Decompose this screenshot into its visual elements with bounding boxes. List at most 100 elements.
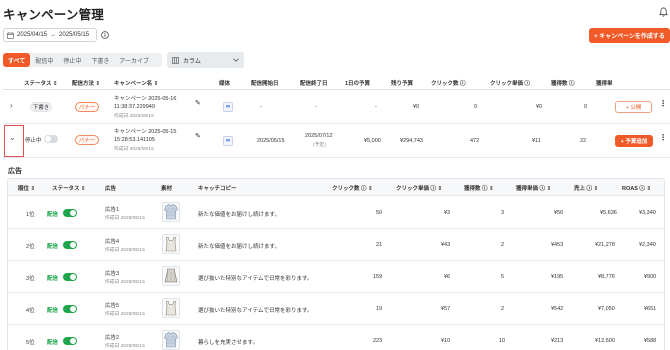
tab-draft[interactable]: 下書き: [86, 53, 114, 67]
sort-icon: ⇕: [153, 80, 159, 87]
bell-icon[interactable]: [659, 7, 668, 17]
ad-name[interactable]: 広告2: [105, 333, 119, 341]
tab-all[interactable]: すべて: [3, 53, 31, 67]
ad-roas: ¥3,340: [639, 210, 656, 216]
header-cpa: 獲得単: [596, 81, 613, 87]
ad-roas: ¥651: [644, 306, 657, 312]
campaign-created: 作成日 2025/05/16: [114, 114, 154, 119]
header-media: 媒体: [219, 81, 231, 87]
header-ad: 広告: [105, 186, 117, 192]
ad-conversions: 2: [501, 242, 505, 248]
add-budget-button[interactable]: + 予算追加: [615, 135, 653, 147]
tab-paused[interactable]: 停止中: [58, 53, 86, 67]
header-status[interactable]: ステータス ⇕: [52, 184, 86, 192]
cpc: ¥0: [536, 104, 543, 110]
daily-budget: ¥5,000: [364, 138, 381, 144]
ad-cpa: ¥213: [551, 338, 564, 344]
ad-sales: ¥5,636: [600, 210, 617, 216]
header-method[interactable]: 配信方法 ⇕: [72, 79, 100, 87]
campaign-name[interactable]: キャンペーン 2025-05-16 11:38:37.229949: [114, 96, 179, 111]
method-badge: バナー: [75, 135, 99, 145]
create-campaign-button[interactable]: + キャンペーンを作成する: [589, 28, 670, 43]
header-creative: 素材: [161, 186, 173, 192]
tank-top-icon: [165, 300, 177, 316]
ad-sales: ¥8,776: [598, 274, 615, 280]
remaining-budget: ¥0: [413, 104, 420, 110]
header-clicks: クリック数 ⓘ ⇕: [332, 186, 373, 192]
ad-copy: 新たな価値をお届けし続けます。: [198, 212, 280, 218]
ad-clicks: 159: [373, 274, 383, 280]
more-icon[interactable]: ⋮: [659, 99, 667, 108]
ad-sales: ¥7,050: [598, 306, 615, 312]
ads-table: 順位 ⇕ ステータス ⇕ 広告 素材 キャッチコピー クリック数 ⓘ ⇕ クリッ…: [7, 178, 665, 350]
column-selector-label: カラム: [183, 58, 201, 65]
ad-conversions: 10: [499, 338, 506, 344]
ad-row[interactable]: 5位 配信 広告2 作成日 2025/05/15 暮らしを充実させます。 223…: [8, 325, 664, 350]
ad-rank: 3位: [26, 276, 35, 282]
ad-cpa: ¥195: [551, 274, 564, 280]
campaign-row[interactable]: ⌄ 停止中 バナー キャンペーン 2025-05-15 15:28:53.141…: [3, 124, 670, 158]
creative-thumbnail[interactable]: [162, 234, 180, 254]
ad-status-toggle[interactable]: [63, 337, 77, 345]
end-date-note: (予定): [313, 143, 326, 148]
edit-icon[interactable]: ✎: [195, 132, 201, 140]
ad-status-toggle[interactable]: [63, 305, 77, 313]
columns-icon: [172, 56, 179, 64]
ad-cpc: ¥6: [444, 274, 451, 280]
ad-status-label: 配信: [47, 340, 59, 346]
clicks: 0: [474, 104, 478, 110]
ad-clicks: 21: [376, 242, 383, 248]
campaign-name[interactable]: キャンペーン 2025-05-15 15:28:53.141105: [114, 129, 179, 144]
ad-name[interactable]: 広告1: [105, 205, 119, 213]
creative-thumbnail[interactable]: [162, 330, 180, 350]
ad-conversions: 3: [501, 210, 505, 216]
column-selector[interactable]: カラム: [167, 52, 244, 68]
header-rank[interactable]: 順位 ⇕: [18, 184, 35, 192]
shirt-icon: [164, 204, 178, 220]
ad-status-toggle[interactable]: [63, 273, 77, 281]
header-conversions: 獲得数 ⓘ: [551, 81, 575, 87]
creative-thumbnail[interactable]: [162, 298, 180, 318]
ad-status-toggle[interactable]: [63, 209, 77, 217]
date-start: 2025/04/15: [17, 32, 48, 38]
tab-active[interactable]: 配信中: [30, 53, 58, 67]
page-title: キャンペーン管理: [3, 8, 104, 22]
campaign-row[interactable]: › 下書き バナー キャンペーン 2025-05-16 11:38:37.229…: [3, 91, 670, 124]
header-name[interactable]: キャンペーン名 ⇕: [114, 79, 158, 87]
status-tabs: すべて 配信中 停止中 下書き アーカイブ: [3, 53, 162, 67]
date-end: 2025/05/15: [59, 32, 90, 38]
clicks: 472: [470, 138, 480, 144]
ad-clicks: 50: [376, 210, 383, 216]
creative-thumbnail[interactable]: [162, 202, 180, 222]
more-icon[interactable]: ⋮: [659, 133, 667, 142]
ads-table-header: 順位 ⇕ ステータス ⇕ 広告 素材 キャッチコピー クリック数 ⓘ ⇕ クリッ…: [8, 179, 664, 196]
tab-archive[interactable]: アーカイブ: [114, 53, 154, 67]
ad-name[interactable]: 広告5: [105, 301, 119, 309]
ad-status-toggle[interactable]: [63, 241, 77, 249]
ad-row[interactable]: 2位 配信 広告4 作成日 2025/05/15 新たな価値をお届けし続けます。…: [8, 229, 664, 261]
ad-row[interactable]: 1位 配信 広告1 作成日 2025/05/15 新たな価値をお届けし続けます。…: [8, 197, 664, 229]
ad-row[interactable]: 3位 配信 広告3 作成日 2025/05/15 選び抜いた特別なアイテムで日常…: [8, 261, 664, 293]
ad-roas: ¥2,340: [639, 242, 656, 248]
tank-top-icon: [165, 236, 177, 252]
status-toggle[interactable]: [44, 135, 58, 143]
date-range-picker[interactable]: 2025/04/15 → 2025/05/15: [3, 28, 97, 42]
ad-created: 作成日 2025/05/15: [105, 344, 145, 349]
edit-icon[interactable]: ✎: [195, 99, 201, 107]
info-icon[interactable]: [101, 31, 109, 39]
campaign-table: ステータス ⇕ 配信方法 ⇕ キャンペーン名 ⇕ 媒体 配信開始日 配信終了日 …: [3, 74, 670, 158]
ad-name[interactable]: 広告4: [105, 237, 119, 245]
ad-rank: 1位: [26, 212, 35, 218]
header-start: 配信開始日: [251, 81, 279, 87]
header-status[interactable]: ステータス ⇕: [24, 79, 58, 87]
meta-icon: ∞: [223, 136, 233, 146]
chevron-right-icon[interactable]: ›: [10, 101, 13, 110]
publish-button[interactable]: + 公開: [615, 101, 652, 113]
ad-copy: 新たな価値をお届けし続けます。: [198, 244, 280, 250]
conversions: 0: [584, 104, 588, 110]
ad-row[interactable]: 4位 配信 広告5 作成日 2025/05/15 選び抜いた特別なアイテムで日常…: [8, 293, 664, 325]
date-arrow: →: [50, 32, 57, 38]
creative-thumbnail[interactable]: [162, 266, 180, 286]
calendar-icon: [7, 31, 14, 39]
ad-name[interactable]: 広告3: [105, 269, 119, 277]
